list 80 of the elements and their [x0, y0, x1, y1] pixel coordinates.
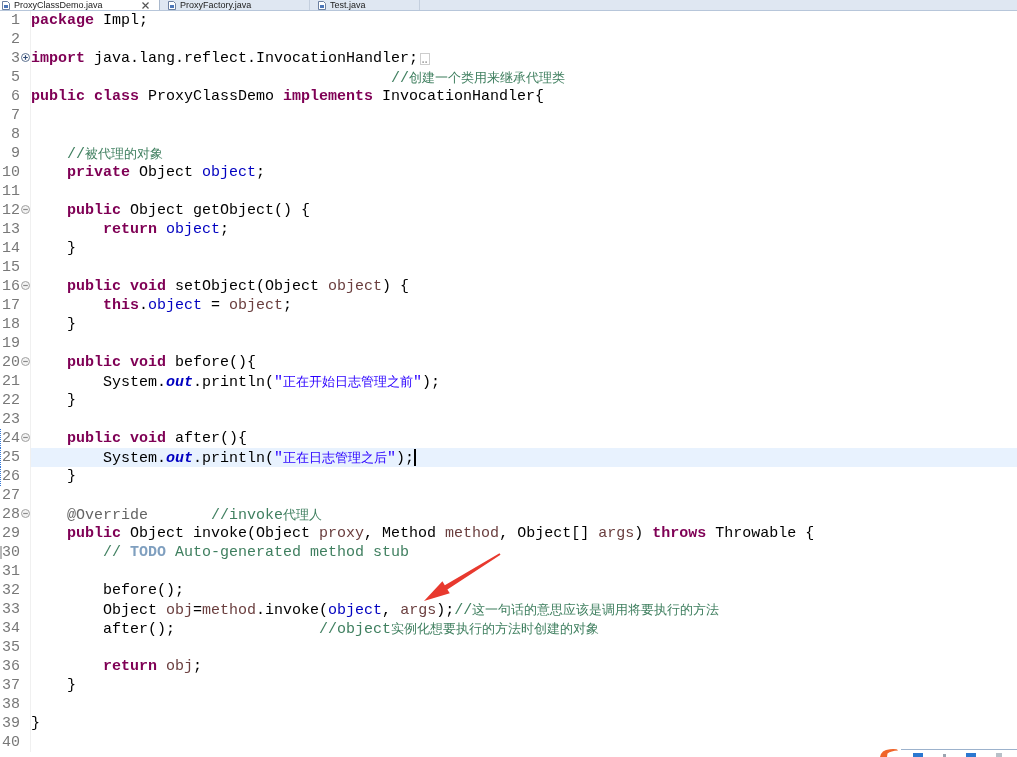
- line-number: 26: [2, 467, 20, 486]
- line-number: 14: [2, 239, 20, 258]
- code-line: after(); //object实例化想要执行的方法时创建的对象: [103, 619, 600, 639]
- line-number: 10: [2, 163, 20, 182]
- line-number: 39: [2, 714, 20, 733]
- line-number: 27: [2, 486, 20, 505]
- line-number: 12: [2, 201, 20, 220]
- line-number: 2: [11, 30, 20, 49]
- code-line: @Override //invoke代理人: [67, 505, 323, 525]
- line-number: 5: [11, 68, 20, 87]
- code-line: public void before(){: [67, 353, 257, 372]
- logo-icon[interactable]: [879, 748, 899, 757]
- line-number: 13: [2, 220, 20, 239]
- code-line: }: [31, 714, 40, 733]
- editor-tab[interactable]: ProxyFactory.java: [160, 0, 310, 10]
- line-number: 34: [2, 619, 20, 638]
- code-line: //创建一个类用来继承代理类: [391, 68, 566, 88]
- code-line: private Object object;: [67, 163, 266, 182]
- line-number: 24: [2, 429, 20, 448]
- line-number: 16: [2, 277, 20, 296]
- line-number: 19: [2, 334, 20, 353]
- code-line: System.out.println("正在日志管理之后");: [103, 448, 415, 468]
- line-number: 6: [11, 87, 20, 106]
- line-number: 23: [2, 410, 20, 429]
- code-line: import java.lang.reflect.InvocationHandler;: [31, 49, 419, 68]
- code-line: public Object getObject() {: [67, 201, 311, 220]
- collapse-icon[interactable]: [20, 356, 30, 366]
- collapse-icon[interactable]: [20, 432, 30, 442]
- code-line: return object;: [103, 220, 230, 239]
- collapse-icon[interactable]: [20, 508, 30, 518]
- code-line: this.object = object;: [103, 296, 293, 315]
- line-number: 38: [2, 695, 20, 714]
- close-icon[interactable]: [142, 1, 149, 9]
- line-number: 29: [2, 524, 20, 543]
- folded-code-icon[interactable]: [420, 52, 431, 65]
- line-number: 40: [2, 733, 20, 752]
- code-line: Object obj=method.invoke(object, args);//这一句话的意思应该是调用将要执行的方法: [103, 600, 720, 620]
- line-number: 28: [2, 505, 20, 524]
- code-line: }: [67, 391, 77, 410]
- collapse-icon[interactable]: [20, 280, 30, 290]
- line-number: 17: [2, 296, 20, 315]
- line-number: 36: [2, 657, 20, 676]
- expand-icon[interactable]: [20, 52, 30, 62]
- line-number: 25: [2, 448, 20, 467]
- line-number: 18: [2, 315, 20, 334]
- line-number: 33: [2, 600, 20, 619]
- text-cursor: [414, 449, 417, 466]
- line-number: 7: [11, 106, 20, 125]
- line-number: 15: [2, 258, 20, 277]
- line-number: 22: [2, 391, 20, 410]
- line-number: 8: [11, 125, 20, 144]
- line-number: 35: [2, 638, 20, 657]
- line-number: 11: [2, 182, 20, 201]
- line-number: 21: [2, 372, 20, 391]
- code-line: package Impl;: [31, 11, 149, 30]
- line-number: 31: [2, 562, 20, 581]
- line-number: 32: [2, 581, 20, 600]
- line-number: 9: [11, 144, 20, 163]
- code-line: }: [67, 315, 77, 334]
- code-line: System.out.println("正在开始日志管理之前");: [103, 372, 441, 392]
- line-number: 3: [11, 49, 20, 68]
- code-line: return obj;: [103, 657, 203, 676]
- code-line: // TODO Auto-generated method stub: [103, 543, 410, 562]
- change-marker: [0, 546, 2, 559]
- code-line: }: [67, 467, 77, 486]
- line-number: 37: [2, 676, 20, 695]
- code-line: before();: [103, 581, 185, 600]
- code-line: public class ProxyClassDemo implements InvocationHandler{: [31, 87, 545, 106]
- code-line: public void setObject(Object object) {: [67, 277, 410, 296]
- editor-tab[interactable]: ProxyClassDemo.java: [0, 0, 160, 10]
- line-number: 20: [2, 353, 20, 372]
- line-number: 30: [2, 543, 20, 562]
- code-line: //被代理的对象: [67, 144, 164, 164]
- code-line: public void after(){: [67, 429, 248, 448]
- line-number: 1: [11, 11, 20, 30]
- code-line: public Object invoke(Object proxy, Method method, Object[] args) throws Throwable {: [67, 524, 815, 543]
- editor-tab[interactable]: Test.java: [310, 0, 420, 10]
- code-line: }: [67, 239, 77, 258]
- code-line: }: [67, 676, 77, 695]
- collapse-icon[interactable]: [20, 204, 30, 214]
